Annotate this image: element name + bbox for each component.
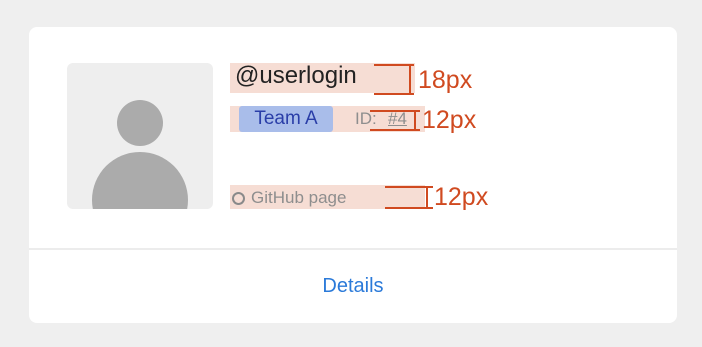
github-link[interactable]: GitHub page xyxy=(251,187,346,209)
user-login: @userlogin xyxy=(235,62,357,89)
user-card: @userlogin Team A ID: #4 GitHub page Det… xyxy=(29,27,677,323)
avatar-head-icon xyxy=(117,100,163,146)
details-button[interactable]: Details xyxy=(29,250,677,323)
avatar-body-icon xyxy=(92,152,188,209)
annotation-github-size: 12px xyxy=(434,183,489,211)
annotation-login-size: 18px xyxy=(418,66,473,94)
github-icon xyxy=(232,192,245,205)
team-badge[interactable]: Team A xyxy=(239,106,333,132)
annotation-badge-size: 12px xyxy=(422,106,477,134)
avatar xyxy=(67,63,213,209)
